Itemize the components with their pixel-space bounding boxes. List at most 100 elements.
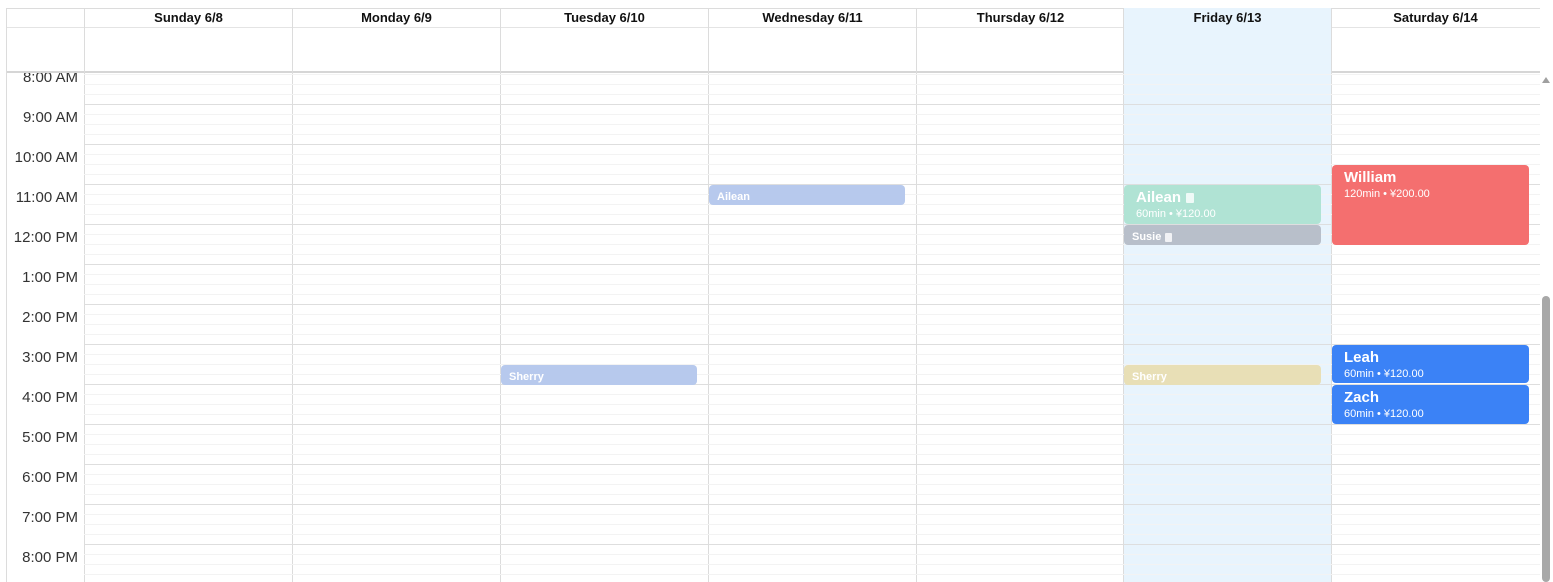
grid-quarter-line xyxy=(84,364,1540,365)
event-william-saturday[interactable]: William 120min • ¥200.00 xyxy=(1332,165,1529,245)
event-sherry-friday[interactable]: Sherry xyxy=(1124,365,1321,385)
grid-hour-line xyxy=(84,304,1540,305)
scrollbar-thumb[interactable] xyxy=(1542,296,1550,582)
day-column-friday[interactable] xyxy=(1123,73,1331,582)
grid-quarter-line xyxy=(84,484,1540,485)
event-name: William xyxy=(1344,169,1397,186)
time-label: 4:00 PM xyxy=(22,389,78,406)
time-label: 5:00 PM xyxy=(22,429,78,446)
event-sherry-tuesday[interactable]: Sherry xyxy=(501,365,697,385)
day-column-tuesday[interactable] xyxy=(500,73,708,582)
time-label: 8:00 PM xyxy=(22,549,78,566)
grid-quarter-line xyxy=(84,154,1540,155)
grid-quarter-line xyxy=(84,444,1540,445)
time-gutter: 8:00 AM 9:00 AM 10:00 AM 11:00 AM 12:00 … xyxy=(6,73,84,582)
grid-quarter-line xyxy=(84,74,1540,75)
all-day-cell-monday[interactable] xyxy=(292,28,500,73)
grid-hour-line xyxy=(84,544,1540,545)
event-leah-saturday[interactable]: Leah 60min • ¥120.00 xyxy=(1332,345,1529,383)
grid-quarter-line xyxy=(84,394,1540,395)
all-day-cell-thursday[interactable] xyxy=(916,28,1124,73)
time-label: 9:00 AM xyxy=(22,109,78,126)
event-name: Leah xyxy=(1344,349,1380,366)
all-day-cell-wednesday[interactable] xyxy=(708,28,916,73)
event-details: 60min • ¥120.00 xyxy=(1344,368,1424,380)
day-column-sunday[interactable] xyxy=(84,73,292,582)
day-header-wednesday[interactable]: Wednesday 6/11 xyxy=(708,8,916,28)
grid-hour-line xyxy=(84,224,1540,225)
grid-quarter-line xyxy=(84,324,1540,325)
day-header-tuesday[interactable]: Tuesday 6/10 xyxy=(500,8,708,28)
document-icon xyxy=(1165,232,1173,242)
event-aileen-friday[interactable]: Ailean 60min • ¥120.00 xyxy=(1124,185,1321,224)
grid-quarter-line xyxy=(84,404,1540,405)
vertical-scrollbar[interactable] xyxy=(1541,73,1551,582)
grid-hour-line xyxy=(84,464,1540,465)
all-day-cell-tuesday[interactable] xyxy=(500,28,708,73)
event-name: Susie xyxy=(1132,231,1313,243)
grid-quarter-line xyxy=(84,474,1540,475)
grid-quarter-line xyxy=(84,274,1540,275)
grid-quarter-line xyxy=(84,524,1540,525)
grid-hour-line xyxy=(84,384,1540,385)
day-column-wednesday[interactable] xyxy=(708,73,916,582)
grid-quarter-line xyxy=(84,254,1540,255)
event-name-text: Ailean xyxy=(1136,189,1182,206)
grid-quarter-line xyxy=(84,494,1540,495)
day-header-friday[interactable]: Friday 6/13 xyxy=(1123,8,1331,28)
day-header-sunday[interactable]: Sunday 6/8 xyxy=(84,8,292,28)
grid-quarter-line xyxy=(84,284,1540,285)
grid-quarter-line xyxy=(84,294,1540,295)
grid-quarter-line xyxy=(84,124,1540,125)
grid-quarter-line xyxy=(84,414,1540,415)
event-name: Sherry xyxy=(509,371,544,383)
day-header-thursday[interactable]: Thursday 6/12 xyxy=(916,8,1124,28)
event-name: Zach xyxy=(1344,389,1380,406)
event-details: 120min • ¥200.00 xyxy=(1344,188,1430,200)
grid-quarter-line xyxy=(84,234,1540,235)
event-aileen-wednesday[interactable]: Ailean xyxy=(709,185,905,205)
grid-quarter-line xyxy=(84,434,1540,435)
event-details: 60min • ¥120.00 xyxy=(1344,408,1424,420)
week-calendar: Sunday 6/8 Monday 6/9 Tuesday 6/10 Wedne… xyxy=(6,8,1540,582)
time-label: 11:00 AM xyxy=(15,189,78,206)
grid-hour-line xyxy=(84,344,1540,345)
event-name: Ailean xyxy=(717,191,751,203)
event-name: Sherry xyxy=(1132,371,1167,383)
grid-quarter-line xyxy=(84,374,1540,375)
all-day-cell-friday[interactable] xyxy=(1123,28,1331,73)
event-name: Ailean xyxy=(1136,189,1309,206)
time-label: 1:00 PM xyxy=(22,269,78,286)
day-column-thursday[interactable] xyxy=(916,73,1124,582)
scroll-up-arrow-icon[interactable] xyxy=(1542,77,1550,83)
grid-quarter-line xyxy=(84,314,1540,315)
grid-hour-line xyxy=(84,424,1540,425)
time-label: 2:00 PM xyxy=(22,309,78,326)
document-icon xyxy=(1186,193,1195,204)
day-header-saturday[interactable]: Saturday 6/14 xyxy=(1331,8,1539,28)
event-susie-friday[interactable]: Susie xyxy=(1124,225,1321,245)
grid-quarter-line xyxy=(84,354,1540,355)
all-day-cell-saturday[interactable] xyxy=(1331,28,1539,73)
event-zach-saturday[interactable]: Zach 60min • ¥120.00 xyxy=(1332,385,1529,424)
grid-quarter-line xyxy=(84,564,1540,565)
day-header-monday[interactable]: Monday 6/9 xyxy=(292,8,500,28)
grid-quarter-line xyxy=(84,514,1540,515)
time-label: 12:00 PM xyxy=(13,229,78,246)
time-grid[interactable]: 8:00 AM 9:00 AM 10:00 AM 11:00 AM 12:00 … xyxy=(6,73,1540,582)
day-column-monday[interactable] xyxy=(292,73,500,582)
grid-quarter-line xyxy=(84,94,1540,95)
grid-quarter-line xyxy=(84,534,1540,535)
time-label: 10:00 AM xyxy=(14,149,78,166)
grid-quarter-line xyxy=(84,174,1540,175)
grid-quarter-line xyxy=(84,574,1540,575)
grid-quarter-line xyxy=(84,334,1540,335)
grid-quarter-line xyxy=(84,84,1540,85)
grid-quarter-line xyxy=(84,244,1540,245)
day-column-saturday[interactable] xyxy=(1331,73,1539,582)
all-day-cell-sunday[interactable] xyxy=(84,28,292,73)
grid-quarter-line xyxy=(84,164,1540,165)
grid-quarter-line xyxy=(84,214,1540,215)
time-label: 8:00 AM xyxy=(22,73,78,86)
grid-hour-line xyxy=(84,104,1540,105)
